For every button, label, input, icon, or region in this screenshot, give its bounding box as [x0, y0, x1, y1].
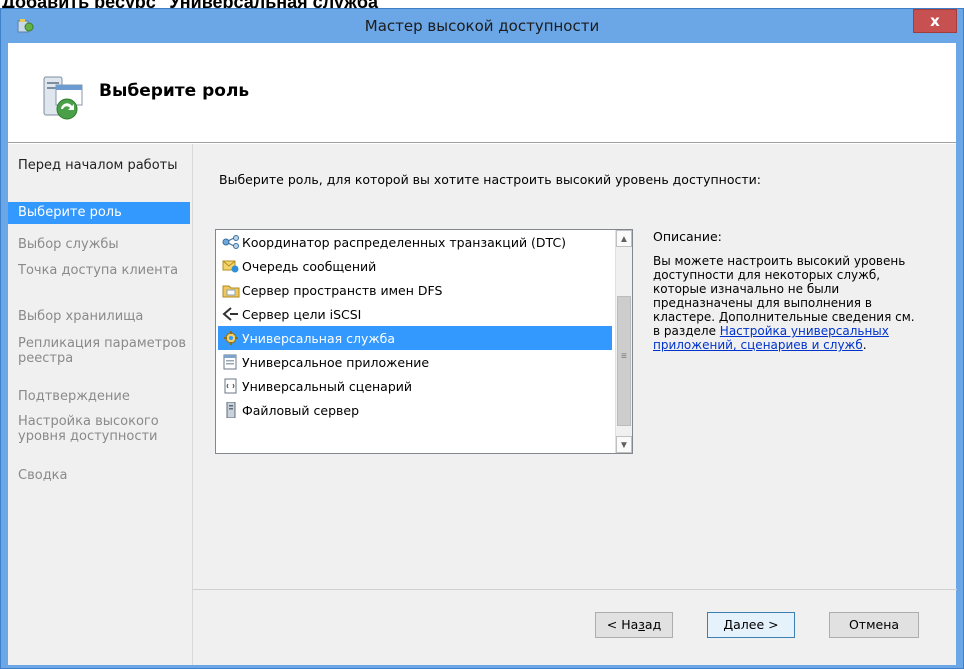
- step-client-access-point: Точка доступа клиента: [18, 263, 179, 278]
- file-server-icon: [226, 402, 236, 418]
- list-item-dtc[interactable]: Координатор распределенных транзакций (D…: [218, 230, 612, 254]
- wizard-header: Выберите роль: [8, 43, 956, 143]
- back-button[interactable]: < Назад: [595, 612, 673, 638]
- dfs-namespace-icon: [222, 285, 240, 298]
- step-select-service: Выбор службы: [18, 237, 119, 252]
- wizard-client-area: Выберите роль Перед началом работы Выбер…: [8, 43, 957, 665]
- role-prompt: Выберите роль, для которой вы хотите нас…: [219, 172, 761, 187]
- title-bar[interactable]: Мастер высокой доступности x: [1, 9, 963, 43]
- step-select-role: Выберите роль: [8, 202, 190, 224]
- list-item-file-server[interactable]: Файловый сервер: [218, 398, 612, 422]
- server-role-icon: [43, 76, 83, 120]
- gear-icon: [224, 331, 238, 345]
- list-item-generic-script[interactable]: Универсальный сценарий: [218, 374, 612, 398]
- step-confirmation: Подтверждение: [18, 389, 130, 404]
- wizard-window: Мастер высокой доступности x Выберите ро…: [0, 8, 964, 669]
- list-item-generic-application[interactable]: Универсальное приложение: [218, 350, 612, 374]
- list-item-iscsi-target[interactable]: Сервер цели iSCSI: [218, 302, 612, 326]
- back-label-prefix: < На: [606, 617, 639, 632]
- application-icon: [223, 354, 237, 370]
- step-select-storage: Выбор хранилища: [18, 309, 144, 324]
- cancel-button[interactable]: Отмена: [829, 612, 919, 638]
- step-registry-replication: Репликация параметров реестра: [18, 336, 187, 366]
- next-accel-key: Д: [723, 617, 734, 632]
- description-end: .: [862, 338, 867, 352]
- back-accel-key: з: [638, 617, 645, 632]
- scroll-down-icon[interactable]: ▼: [616, 436, 632, 453]
- role-listbox[interactable]: Координатор распределенных транзакций (D…: [215, 229, 633, 454]
- role-label: Сервер цели iSCSI: [242, 306, 362, 322]
- list-item-message-queue[interactable]: Очередь сообщений: [218, 254, 612, 278]
- role-label: Сервер пространств имен DFS: [242, 282, 443, 298]
- button-divider: [193, 589, 957, 590]
- role-label: Координатор распределенных транзакций (D…: [242, 234, 567, 250]
- close-button[interactable]: x: [913, 9, 957, 33]
- wizard-body: Перед началом работы Выберите роль Выбор…: [8, 144, 957, 665]
- window-title: Мастер высокой доступности: [364, 17, 600, 35]
- dtc-icon: [222, 235, 239, 249]
- role-label: Очередь сообщений: [242, 258, 377, 274]
- role-label: Универсальный сценарий: [242, 378, 413, 394]
- step-summary: Сводка: [18, 468, 68, 483]
- grip-icon: ≡: [621, 351, 627, 362]
- page-title: Выберите роль: [99, 81, 250, 101]
- role-label: Универсальная служба: [242, 330, 396, 346]
- description-label: Описание:: [653, 229, 722, 244]
- step-before-you-begin: Перед началом работы: [18, 158, 178, 173]
- back-label-suffix: ад: [644, 617, 662, 632]
- script-icon: [224, 378, 237, 394]
- scroll-thumb[interactable]: ≡: [617, 296, 631, 426]
- message-queue-icon: [222, 260, 239, 273]
- list-item-dfs-namespace[interactable]: Сервер пространств имен DFS: [218, 278, 612, 302]
- list-item-generic-service[interactable]: Универсальная служба: [218, 326, 612, 350]
- wizard-content: Выберите роль, для которой вы хотите нас…: [192, 144, 957, 665]
- iscsi-target-icon: [222, 307, 238, 321]
- role-label: Файловый сервер: [242, 402, 360, 418]
- step-configure-high-availability: Настройка высокого уровня доступности: [18, 414, 159, 444]
- scroll-up-icon[interactable]: ▲: [616, 230, 632, 247]
- wizard-steps: Перед началом работы Выберите роль Выбор…: [8, 144, 192, 665]
- next-label-suffix: алее >: [733, 617, 779, 632]
- role-label: Универсальное приложение: [242, 354, 430, 370]
- description-text: Вы можете настроить высокий уровень дост…: [653, 254, 919, 352]
- next-button[interactable]: Далее >: [707, 612, 795, 638]
- listbox-scrollbar[interactable]: ▲ ≡ ▼: [615, 230, 632, 453]
